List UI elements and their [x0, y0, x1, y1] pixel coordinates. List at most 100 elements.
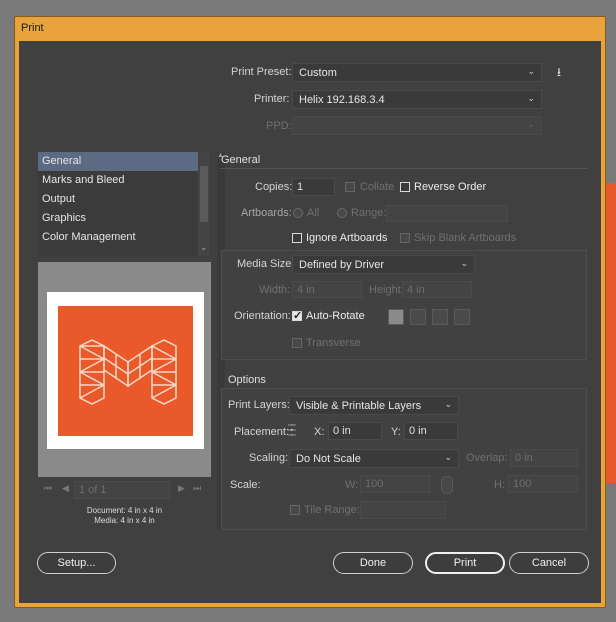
category-marks-and-bleed[interactable]: Marks and Bleed — [38, 171, 211, 190]
overlap-input: 0 in — [510, 449, 578, 467]
width-input: 4 in — [292, 281, 362, 298]
logo-m-icon — [79, 339, 177, 405]
scaling-select[interactable]: Do Not Scale ⌄ — [289, 449, 459, 468]
media-label: Media: — [94, 516, 119, 525]
print-layers-label: Print Layers: — [228, 399, 290, 411]
media-size-label: Media Size: — [237, 258, 295, 270]
x-label: X: — [314, 426, 325, 438]
print-preset-select[interactable]: Custom ⌄ — [292, 63, 542, 82]
print-button[interactable]: Print — [425, 552, 505, 574]
link-proportions-icon[interactable] — [441, 476, 453, 494]
transverse-checkbox — [292, 338, 302, 348]
page-number-field: 1 of 1 — [74, 481, 170, 499]
next-page-icon[interactable]: ▶ — [178, 483, 185, 494]
chevron-down-icon: ⌄ — [527, 93, 535, 103]
print-preset-label: Print Preset: — [231, 66, 292, 78]
done-button[interactable]: Done — [333, 552, 413, 574]
y-input[interactable]: 0 in — [404, 422, 458, 440]
print-preset-value: Custom — [299, 67, 337, 79]
ppd-select: ⌄ — [292, 116, 542, 135]
reverse-order-label: Reverse Order — [414, 181, 487, 193]
media-value: 4 in x 4 in — [120, 516, 155, 525]
chevron-down-icon: ⌄ — [444, 399, 452, 409]
transverse-label: Transverse — [306, 337, 361, 349]
list-scrollbar[interactable]: ⌄ — [198, 152, 210, 256]
h-label: H: — [494, 479, 505, 491]
auto-rotate-label: Auto-Rotate — [306, 310, 365, 322]
chevron-down-icon: ⌄ — [527, 66, 535, 76]
category-graphics[interactable]: Graphics — [38, 209, 211, 228]
first-page-icon[interactable]: ⏮ — [44, 483, 52, 494]
background-artwork-strip — [606, 183, 616, 483]
prev-page-icon[interactable]: ◀ — [62, 483, 69, 494]
overlap-label: Overlap: — [466, 452, 508, 464]
chevron-down-icon: ⌄ — [527, 119, 535, 129]
setup-button[interactable]: Setup... — [37, 552, 116, 574]
category-list: General Marks and Bleed Output Graphics … — [38, 152, 211, 256]
scaling-label: Scaling: — [249, 452, 289, 464]
window-title: Print — [21, 22, 44, 34]
document-label: Document: — [86, 506, 126, 515]
tile-range-checkbox — [290, 505, 300, 515]
x-input[interactable]: 0 in — [328, 422, 382, 440]
page-navigation: ⏮ ◀ 1 of 1 ▶ ⏭ — [38, 480, 211, 500]
portrait-orientation-icon[interactable] — [388, 309, 404, 325]
category-color-management[interactable]: Color Management — [38, 228, 211, 247]
range-label: Range: — [351, 207, 387, 219]
preview-area — [38, 262, 211, 477]
w-input: 100 — [360, 475, 430, 493]
chevron-down-icon: ⌄ — [444, 452, 452, 462]
print-layers-value: Visible & Printable Layers — [296, 400, 422, 412]
document-size: Document: 4 in x 4 in Media: 4 in x 4 in — [38, 506, 211, 525]
skip-blank-checkbox — [400, 233, 410, 243]
media-size-value: Defined by Driver — [299, 259, 384, 271]
orientation-label: Orientation: — [234, 310, 291, 322]
cancel-button[interactable]: Cancel — [509, 552, 589, 574]
category-general[interactable]: General — [38, 152, 200, 171]
ignore-artboards-checkbox[interactable] — [292, 233, 302, 243]
placement-grid-icon[interactable]: ▫▫▫ ▫▪▫ ▫▫▫ — [288, 422, 304, 439]
y-label: Y: — [391, 426, 401, 438]
printer-value: Helix 192.168.3.4 — [299, 94, 385, 106]
h-input: 100 — [508, 475, 578, 493]
media-size-select[interactable]: Defined by Driver ⌄ — [292, 255, 475, 274]
collate-checkbox — [345, 182, 355, 192]
w-label: W: — [345, 479, 359, 491]
range-input — [386, 205, 508, 222]
ppd-label: PPD: — [266, 120, 292, 132]
landscape-flipped-icon[interactable] — [454, 309, 470, 325]
reverse-order-checkbox[interactable] — [400, 182, 410, 192]
scroll-down-icon[interactable]: ⌄ — [200, 242, 208, 253]
artboards-label: Artboards: — [241, 207, 292, 219]
copies-label: Copies: — [255, 181, 293, 193]
scaling-value: Do Not Scale — [296, 453, 361, 465]
scroll-thumb[interactable] — [200, 166, 208, 222]
auto-rotate-checkbox[interactable] — [292, 309, 302, 322]
tile-range-input — [360, 501, 446, 519]
copies-input[interactable]: 1 — [292, 178, 335, 196]
skip-blank-label: Skip Blank Artboards — [414, 232, 517, 244]
chevron-down-icon: ⌄ — [460, 258, 468, 268]
preview-page — [47, 292, 204, 449]
last-page-icon[interactable]: ⏭ — [193, 483, 201, 494]
general-section-title: General — [221, 154, 261, 166]
print-layers-select[interactable]: Visible & Printable Layers ⌄ — [289, 396, 459, 415]
height-label: Height: — [369, 284, 404, 296]
printer-select[interactable]: Helix 192.168.3.4 ⌄ — [292, 90, 542, 109]
height-input: 4 in — [402, 281, 472, 298]
landscape-orientation-icon[interactable] — [410, 309, 426, 325]
save-preset-icon[interactable]: ⭳ — [552, 65, 566, 79]
tile-range-label: Tile Range: — [304, 504, 360, 516]
ignore-artboards-label: Ignore Artboards — [306, 232, 388, 244]
width-label: Width: — [259, 284, 291, 296]
placement-label: Placement: — [234, 426, 290, 438]
all-label: All — [307, 207, 320, 219]
section-divider — [220, 168, 588, 169]
collate-label: Collate — [360, 181, 395, 193]
document-value: 4 in x 4 in — [127, 506, 163, 515]
options-section-title: Options — [228, 374, 266, 386]
portrait-flipped-icon[interactable] — [432, 309, 448, 325]
category-output[interactable]: Output — [38, 190, 211, 209]
preview-artwork — [58, 306, 193, 436]
range-radio — [337, 208, 347, 218]
